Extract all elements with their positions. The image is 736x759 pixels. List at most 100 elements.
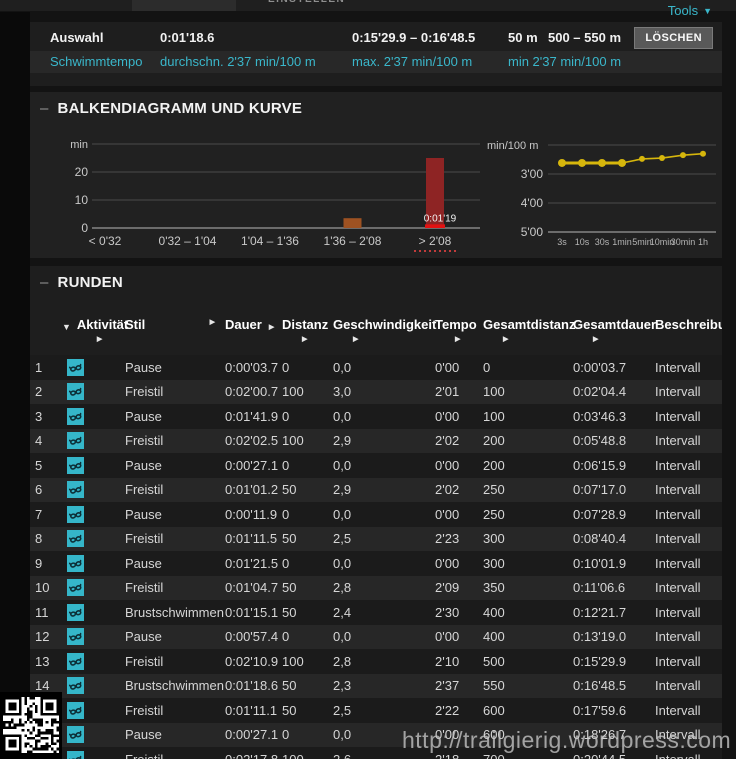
col-dauer[interactable]: Dauer ▶	[225, 306, 282, 355]
table-row[interactable]: 13 Freistil 0:02'10.9 100 2,8 2'10 500 0…	[30, 649, 722, 674]
svg-text:0'32 – 1'04: 0'32 – 1'04	[159, 234, 217, 248]
laps-panel: – RUNDEN ▼ Aktivität ▶ Stil ▶ Dauer ▶ Dist…	[30, 266, 722, 759]
lap-activity	[54, 628, 125, 646]
swim-goggles-icon	[67, 530, 84, 548]
collapse-icon[interactable]: –	[40, 274, 49, 291]
table-row[interactable]: 11 Brustschwimmen 0:01'15.1 50 2,4 2'30 …	[30, 600, 722, 625]
table-row[interactable]: 12 Pause 0:00'57.4 0 0,0 0'00 400 0:13'1…	[30, 624, 722, 649]
lap-gesamtdistanz: 200	[483, 457, 505, 473]
col-stil[interactable]: Stil ▶	[125, 306, 225, 355]
swim-goggles-icon	[67, 677, 84, 695]
pace-min: min 2'37 min/100 m	[508, 54, 622, 69]
table-row[interactable]: 4 Freistil 0:02'02.5 100 2,9 2'02 200 0:…	[30, 428, 722, 453]
table-row[interactable]: 6 Freistil 0:01'01.2 50 2,9 2'02 250 0:0…	[30, 477, 722, 502]
laps-section-title[interactable]: – RUNDEN	[40, 274, 123, 291]
filter-icon[interactable]: ▼	[62, 320, 71, 334]
lap-tempo: 0'00	[435, 629, 460, 645]
lap-activity	[54, 726, 125, 744]
col-gesamtdauer[interactable]: Gesamtdauer ▶	[573, 306, 656, 355]
lap-stil: Pause	[125, 555, 162, 571]
col-geschwindigkeit[interactable]: Geschwindigkeit ▶	[333, 306, 436, 355]
lap-stil: Pause	[125, 408, 162, 424]
lap-activity	[54, 358, 125, 376]
swim-goggles-icon	[67, 456, 84, 474]
table-row[interactable]: 10 Freistil 0:01'04.7 50 2,8 2'09 350 0:…	[30, 575, 722, 600]
lap-dauer: 0:01'11.5	[225, 531, 278, 547]
lap-geschwindigkeit: 2,8	[333, 580, 352, 596]
lap-gesamtdistanz: 500	[483, 653, 505, 669]
table-row[interactable]: 1 Pause 0:00'03.7 0 0,0 0'00 0 0:00'03.7…	[30, 355, 722, 380]
lap-distanz: 0	[282, 555, 290, 571]
col-tempo[interactable]: Tempo ▶	[435, 306, 483, 355]
laps-table-body: 1 Pause 0:00'03.7 0 0,0 0'00 0 0:00'03.7…	[30, 355, 722, 759]
lap-distanz: 50	[282, 580, 297, 596]
tab-clipped[interactable]: EINSTELLEN	[268, 0, 360, 11]
col-beschreibung[interactable]: Beschreibung	[655, 306, 722, 355]
lap-geschwindigkeit: 2,5	[333, 531, 352, 547]
lap-activity	[54, 530, 125, 548]
lap-distanz: 0	[282, 629, 290, 645]
swim-goggles-icon	[67, 628, 84, 646]
col-distanz[interactable]: Distanz ▶	[282, 306, 333, 355]
lap-geschwindigkeit: 0,0	[333, 408, 352, 424]
lap-dauer: 0:00'27.1	[225, 727, 279, 743]
delete-selection-button[interactable]: LÖSCHEN	[634, 27, 713, 49]
lap-gesamtdauer: 0:15'29.9	[573, 653, 627, 669]
tools-menu[interactable]: Tools ▼	[668, 3, 712, 18]
lap-gesamtdauer: 0:13'19.0	[573, 629, 627, 645]
lap-stil: Freistil	[125, 531, 164, 547]
sort-icon[interactable]: ▶	[455, 335, 483, 344]
lap-beschreibung: Intervall	[655, 506, 701, 522]
lap-activity	[54, 505, 125, 523]
svg-text:1'36 – 2'08: 1'36 – 2'08	[324, 234, 382, 248]
sort-icon[interactable]: ▶	[269, 324, 274, 331]
lap-number: 7	[35, 506, 43, 522]
col-gesamtdistanz[interactable]: Gesamtdistanz ▶	[483, 306, 575, 355]
table-row[interactable]: 8 Freistil 0:01'11.5 50 2,5 2'23 300 0:0…	[30, 526, 722, 551]
lap-beschreibung: Intervall	[655, 359, 701, 375]
table-row[interactable]: 2 Freistil 0:02'00.7 100 3,0 2'01 100 0:…	[30, 379, 722, 404]
col-aktivitaet[interactable]: ▼ Aktivität ▶	[54, 306, 128, 355]
lap-gesamtdistanz: 300	[483, 555, 505, 571]
sort-icon[interactable]: ▶	[97, 335, 128, 344]
lap-geschwindigkeit: 2,5	[333, 702, 352, 718]
lap-activity	[54, 677, 125, 695]
watermark-url: http://trailgierig.wordpress.com	[402, 727, 732, 753]
table-row[interactable]: 7 Pause 0:00'11.9 0 0,0 0'00 250 0:07'28…	[30, 502, 722, 527]
sort-icon[interactable]: ▶	[593, 335, 655, 344]
lap-beschreibung: Intervall	[655, 580, 701, 596]
sort-icon[interactable]: ▶	[210, 318, 215, 355]
tab-active[interactable]	[132, 0, 236, 11]
swim-goggles-icon	[67, 603, 84, 621]
lap-tempo: 2'02	[435, 433, 460, 449]
lap-tempo: 0'00	[435, 359, 460, 375]
sort-icon[interactable]: ▶	[302, 335, 333, 344]
lap-stil: Freistil	[125, 580, 164, 596]
sort-icon[interactable]: ▶	[353, 335, 435, 344]
charts-section-title[interactable]: – BALKENDIAGRAMM UND KURVE	[40, 100, 302, 117]
qr-watermark	[0, 692, 62, 759]
table-row[interactable]: 14 Brustschwimmen 0:01'18.6 50 2,3 2'37 …	[30, 673, 722, 698]
lap-number: 11	[35, 604, 49, 620]
lap-activity	[54, 383, 125, 401]
lap-distanz: 50	[282, 531, 297, 547]
lap-beschreibung: Intervall	[655, 629, 701, 645]
lap-beschreibung: Intervall	[655, 702, 701, 718]
selection-row: Auswahl 0:01'18.6 0:15'29.9 – 0:16'48.5 …	[30, 27, 722, 49]
lap-gesamtdauer: 0:11'06.6	[573, 580, 626, 596]
table-row[interactable]: 15 Freistil 0:01'11.1 50 2,5 2'22 600 0:…	[30, 698, 722, 723]
lap-beschreibung: Intervall	[655, 555, 701, 571]
lap-dauer: 0:01'21.5	[225, 555, 279, 571]
table-row[interactable]: 5 Pause 0:00'27.1 0 0,0 0'00 200 0:06'15…	[30, 453, 722, 478]
lap-distanz: 100	[282, 384, 304, 400]
collapse-icon[interactable]: –	[40, 100, 49, 117]
lap-gesamtdistanz: 250	[483, 482, 505, 498]
table-row[interactable]: 3 Pause 0:01'41.9 0 0,0 0'00 100 0:03'46…	[30, 404, 722, 429]
svg-text:3'00: 3'00	[521, 167, 544, 181]
lap-distanz: 50	[282, 702, 297, 718]
table-row[interactable]: 9 Pause 0:01'21.5 0 0,0 0'00 300 0:10'01…	[30, 551, 722, 576]
svg-text:10: 10	[75, 193, 89, 207]
lap-distanz: 0	[282, 727, 290, 743]
best-pace-curve-chart: min/100 m3'004'005'003s 10s 30s 1min 5min10m…	[487, 140, 716, 247]
sort-icon[interactable]: ▶	[503, 335, 573, 344]
